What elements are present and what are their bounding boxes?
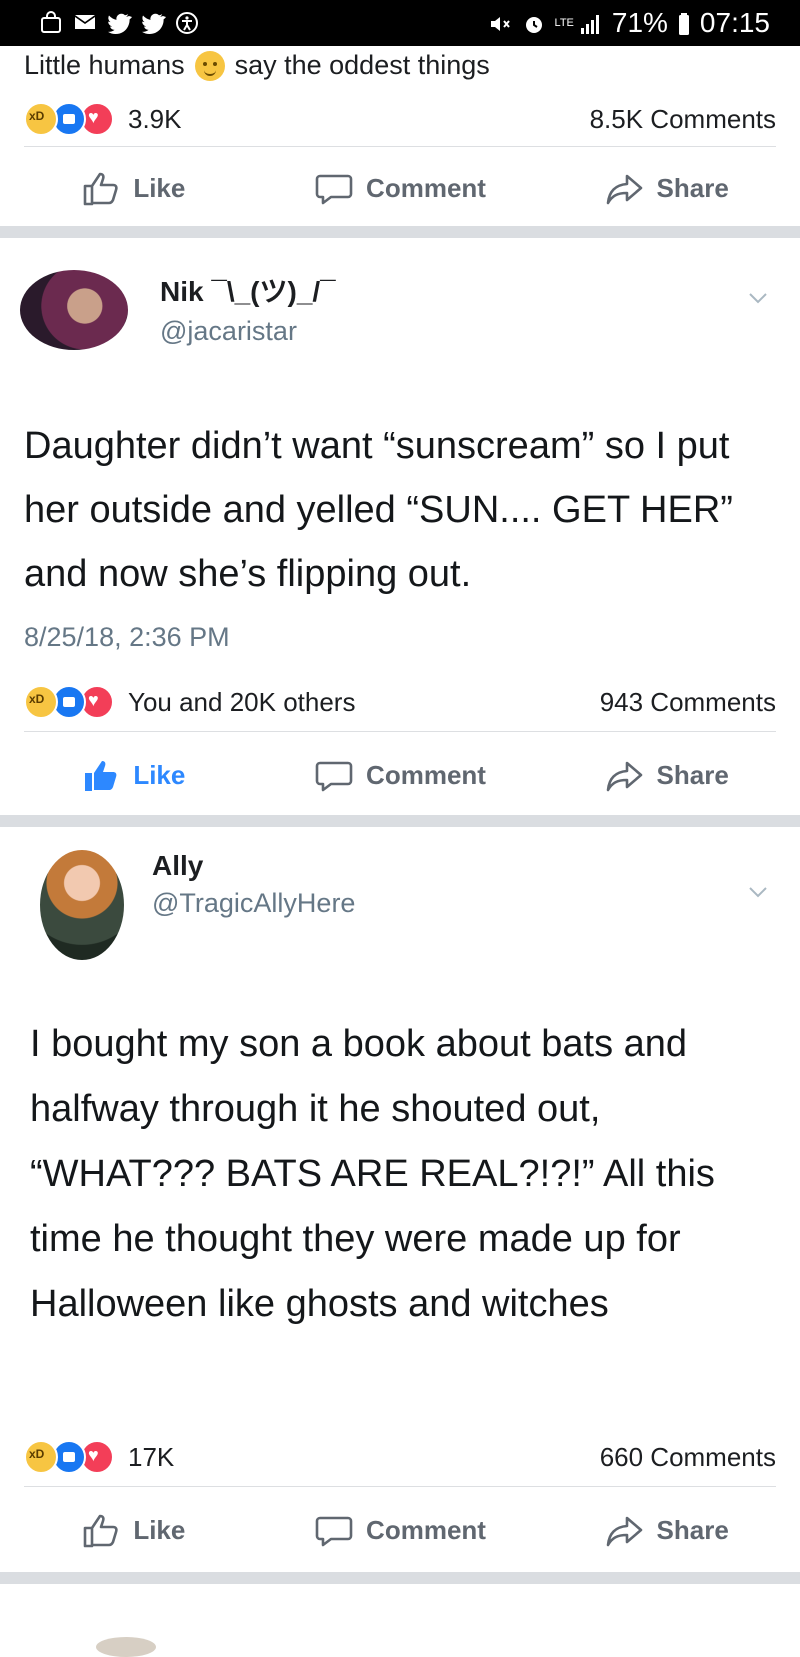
status-right: LTE 71% 07:15 bbox=[487, 7, 770, 38]
like-button[interactable]: Like bbox=[0, 755, 267, 795]
bag-icon bbox=[38, 11, 64, 35]
avatar[interactable] bbox=[40, 850, 124, 960]
post0-reactions-row: 3.9K 8.5K Comments bbox=[24, 102, 776, 136]
share-button[interactable]: Share bbox=[533, 1510, 800, 1550]
share-button[interactable]: Share bbox=[533, 755, 800, 795]
post2-reactions-row: 17K 660 Comments bbox=[24, 1440, 776, 1474]
share-label: Share bbox=[656, 172, 729, 203]
post-separator bbox=[0, 1572, 800, 1584]
tweet-text: I bought my son a book about bats and ha… bbox=[30, 1023, 715, 1325]
tweet-timestamp: 8/25/18, 2:36 PM bbox=[24, 622, 230, 652]
reactions-summary[interactable]: You and 20K others bbox=[24, 685, 355, 719]
comment-button[interactable]: Comment bbox=[267, 1510, 534, 1550]
post-separator bbox=[0, 815, 800, 827]
author-name[interactable]: Nik ¯\_(ツ)_/¯ bbox=[160, 270, 336, 310]
thumbs-up-icon bbox=[81, 1510, 121, 1550]
comment-label: Comment bbox=[366, 172, 486, 203]
signal-icon bbox=[578, 11, 604, 35]
reactions-count: 3.9K bbox=[128, 103, 182, 134]
comment-button[interactable]: Comment bbox=[267, 168, 534, 208]
thumbs-up-icon bbox=[81, 168, 121, 208]
share-label: Share bbox=[656, 1514, 729, 1545]
like-label: Like bbox=[133, 1514, 186, 1545]
alarm-icon bbox=[521, 11, 547, 35]
post1-reactions-row: You and 20K others 943 Comments bbox=[24, 685, 776, 719]
reactions-summary[interactable]: 3.9K bbox=[24, 102, 182, 136]
share-arrow-icon bbox=[605, 755, 645, 795]
comments-count[interactable]: 660 Comments bbox=[600, 1442, 776, 1473]
share-button[interactable]: Share bbox=[533, 168, 800, 208]
like-label: Like bbox=[133, 172, 186, 203]
battery-percent: 71% bbox=[611, 7, 668, 38]
twitter-icon bbox=[140, 11, 166, 35]
tweet-text: Daughter didn’t want “sunscream” so I pu… bbox=[24, 425, 733, 595]
author-name[interactable]: Ally bbox=[152, 850, 355, 882]
like-label: Like bbox=[133, 759, 186, 790]
clock: 07:15 bbox=[699, 7, 770, 38]
post1-action-bar: Like Comment Share bbox=[0, 745, 800, 805]
comments-count[interactable]: 8.5K Comments bbox=[590, 104, 776, 135]
reactions-summary[interactable]: 17K bbox=[24, 1440, 174, 1474]
status-left-icons bbox=[38, 10, 200, 36]
haha-reaction-icon bbox=[24, 102, 58, 136]
post-separator bbox=[0, 226, 800, 238]
comments-count[interactable]: 943 Comments bbox=[600, 687, 776, 718]
post1-header: Nik ¯\_(ツ)_/¯ @jacaristar bbox=[20, 270, 336, 350]
network-label: LTE bbox=[554, 16, 574, 29]
thumbs-up-filled-icon bbox=[81, 755, 121, 795]
comment-bubble-icon bbox=[314, 168, 354, 208]
comment-bubble-icon bbox=[314, 1510, 354, 1550]
post0-action-bar: Like Comment Share bbox=[0, 158, 800, 218]
reactions-count: 17K bbox=[128, 1441, 175, 1472]
post2-header: Ally @TragicAllyHere bbox=[20, 850, 355, 960]
avatar[interactable] bbox=[20, 270, 128, 350]
share-arrow-icon bbox=[605, 1510, 645, 1550]
comment-label: Comment bbox=[366, 759, 486, 790]
like-button[interactable]: Like bbox=[0, 168, 267, 208]
author-handle[interactable]: @TragicAllyHere bbox=[152, 888, 355, 919]
mute-icon bbox=[487, 11, 513, 35]
divider bbox=[24, 731, 776, 732]
caption-part1: Little humans bbox=[24, 50, 185, 80]
chevron-down-icon[interactable] bbox=[746, 286, 770, 310]
divider bbox=[24, 1486, 776, 1487]
mail-icon bbox=[72, 11, 98, 35]
post2-action-bar: Like Comment Share bbox=[0, 1500, 800, 1560]
comment-label: Comment bbox=[366, 1514, 486, 1545]
divider bbox=[24, 146, 776, 147]
haha-reaction-icon bbox=[24, 685, 58, 719]
twitter-icon bbox=[106, 11, 132, 35]
accessibility-icon bbox=[174, 11, 200, 35]
share-label: Share bbox=[656, 759, 729, 790]
reactions-label: You and 20K others bbox=[128, 686, 356, 717]
share-arrow-icon bbox=[605, 168, 645, 208]
comment-button[interactable]: Comment bbox=[267, 755, 534, 795]
comment-bubble-icon bbox=[314, 755, 354, 795]
caption-part2: say the oddest things bbox=[234, 50, 490, 80]
next-post-avatar bbox=[96, 1637, 156, 1657]
post-caption: Little humans say the oddest things bbox=[24, 50, 490, 81]
haha-reaction-icon bbox=[24, 1440, 58, 1474]
status-bar: LTE 71% 07:15 bbox=[0, 0, 800, 46]
like-button[interactable]: Like bbox=[0, 1510, 267, 1550]
battery-icon bbox=[676, 11, 692, 35]
baby-emoji-icon bbox=[194, 50, 225, 81]
chevron-down-icon[interactable] bbox=[746, 880, 770, 904]
author-handle[interactable]: @jacaristar bbox=[160, 316, 336, 347]
